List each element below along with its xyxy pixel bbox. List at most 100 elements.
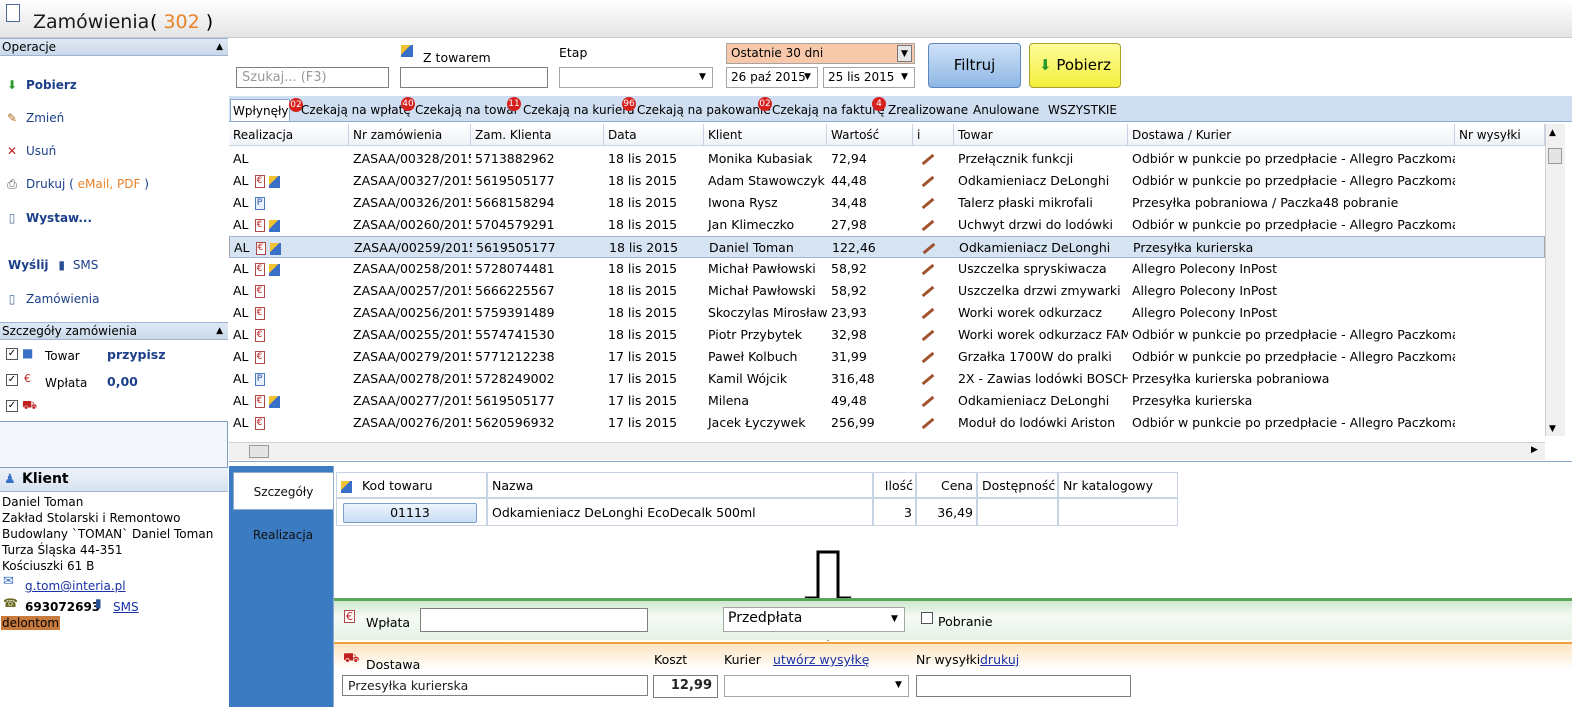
operacje-header[interactable]: Operacje ▲: [0, 38, 228, 56]
pencil-icon[interactable]: [921, 153, 935, 166]
table-row[interactable]: AL € ZASAA/00256/2015 5759391489 18 lis 2015…: [229, 302, 1545, 324]
table-row[interactable]: AL € ZASAA/00279/2015 5771212238 17 lis 2015…: [229, 346, 1545, 368]
col-nr-katalogowy[interactable]: Nr katalogowy: [1058, 472, 1178, 498]
col-data[interactable]: Data: [604, 124, 704, 146]
table-row[interactable]: AL € ZASAA/00327/2015 5619505177 18 lis 2015…: [229, 170, 1545, 192]
szczegoly-header[interactable]: Szczegóły zamówienia ▲: [0, 322, 228, 340]
col-nr-zamowienia[interactable]: Nr zamówienia: [349, 124, 471, 146]
wplata-input[interactable]: [420, 608, 648, 632]
detail-nazwa: Odkamieniacz DeLonghi EcoDecalk 500ml: [487, 498, 873, 526]
tab-czekaja-na-towar[interactable]: Czekają na towar 11: [413, 97, 521, 121]
operacje-box: ⬇ Pobierz ✎ Zmień ✕ Usuń ⎙ Drukuj ( eMail, P…: [0, 56, 228, 322]
kurier-select[interactable]: ▼: [724, 675, 909, 697]
table-row[interactable]: AL P ZASAA/00326/2015 5668158294 18 lis 2015…: [229, 192, 1545, 214]
tab-wplynely[interactable]: Wpłynęły 02: [230, 98, 303, 121]
wystaw-action[interactable]: ▯ Wystaw...: [4, 209, 92, 227]
col-info[interactable]: i: [913, 124, 954, 146]
tab-czekaja-na-kuriera[interactable]: Czekają na kuriera 96: [521, 97, 637, 121]
table-row[interactable]: AL € ZASAA/00255/2015 5574741530 18 lis 2015…: [229, 324, 1545, 346]
scroll-right-icon[interactable]: ▶: [1531, 445, 1538, 455]
towar-checkbox[interactable]: ✓: [6, 348, 18, 360]
nr-wysylki-input[interactable]: [916, 675, 1131, 697]
scroll-up-icon[interactable]: ▲: [1549, 128, 1556, 138]
subtab-realizacja[interactable]: Realizacja: [233, 516, 333, 554]
table-row[interactable]: AL € ZASAA/00276/2015 5620596932 17 lis 2015…: [229, 412, 1545, 434]
col-realizacja[interactable]: Realizacja: [229, 124, 349, 146]
col-nr-wysylki[interactable]: Nr wysyłki: [1455, 124, 1545, 146]
table-row[interactable]: AL € ZASAA/00277/2015 5619505177 17 lis 2015…: [229, 390, 1545, 412]
table-row[interactable]: AL € ZASAA/00257/2015 5666225567 18 lis 2015…: [229, 280, 1545, 302]
tab-wszystkie[interactable]: WSZYSTKIE: [1046, 99, 1119, 121]
collapse-icon[interactable]: ▲: [216, 39, 223, 55]
date-from-picker[interactable]: 26 paź 2015 ▼: [726, 67, 818, 88]
scroll-thumb[interactable]: [1548, 148, 1562, 164]
pobierz-action[interactable]: ⬇ Pobierz: [4, 76, 77, 94]
koszt-input[interactable]: 12,99: [653, 675, 718, 698]
col-klient[interactable]: Klient: [704, 124, 827, 146]
date-to-picker[interactable]: 25 lis 2015 ▼: [823, 67, 915, 88]
table-row[interactable]: AL € ZASAA/00259/2015 5619505177 18 lis 2015…: [229, 236, 1545, 258]
scroll-thumb[interactable]: [249, 445, 269, 458]
pencil-icon[interactable]: [921, 417, 935, 430]
pencil-icon[interactable]: [921, 175, 935, 188]
order-count-value: 302: [163, 11, 200, 33]
collapse-icon[interactable]: ▲: [216, 323, 223, 339]
subtab-szczegoly[interactable]: Szczegóły: [233, 472, 333, 510]
pencil-icon[interactable]: [921, 329, 935, 342]
col-nazwa[interactable]: Nazwa: [487, 472, 873, 498]
filtruj-button[interactable]: Filtruj: [928, 43, 1021, 88]
col-wartosc[interactable]: Wartość: [827, 124, 913, 146]
zmien-action[interactable]: ✎ Zmień: [4, 109, 64, 127]
col-cena[interactable]: Cena: [916, 472, 977, 498]
col-zam-klienta[interactable]: Zam. Klienta: [471, 124, 604, 146]
tab-czekaja-na-wplate[interactable]: Czekają na wpłatę 40: [299, 97, 415, 121]
towar-value[interactable]: przypisz: [107, 347, 165, 362]
horizontal-scrollbar[interactable]: ▶: [229, 442, 1545, 460]
col-kod-towaru[interactable]: Kod towaru: [336, 472, 487, 498]
col-dostawa[interactable]: Dostawa / Kurier: [1128, 124, 1455, 146]
tab-czekaja-na-pakowanie[interactable]: Czekają na pakowanie 02: [635, 97, 773, 121]
table-row[interactable]: AL ZASAA/00328/2015 5713882962 18 lis 2015 M…: [229, 148, 1545, 170]
pencil-icon[interactable]: [921, 285, 935, 298]
klient-email-link[interactable]: g.tom@interia.pl: [25, 579, 126, 593]
period-select[interactable]: Ostatnie 30 dni ▼: [726, 43, 915, 64]
dostawa-input[interactable]: Przesyłka kurierska: [342, 675, 648, 696]
wyslij-sms-action[interactable]: Wyślij ▮ SMS: [4, 256, 98, 274]
etap-select[interactable]: ▼: [559, 67, 713, 88]
pencil-icon[interactable]: [921, 373, 935, 386]
search-input[interactable]: Szukaj... (F3): [236, 67, 389, 88]
kod-towaru-button[interactable]: 01113: [343, 503, 477, 523]
pencil-icon[interactable]: [921, 263, 935, 276]
tab-czekaja-na-fakture[interactable]: Czekają na fakturę 4: [770, 97, 887, 121]
table-row[interactable]: AL € ZASAA/00258/2015 5728074481 18 lis 2015…: [229, 258, 1545, 280]
pencil-icon[interactable]: [921, 219, 935, 232]
wplata-checkbox[interactable]: ✓: [6, 374, 18, 386]
drukuj-extra[interactable]: eMail, PDF: [78, 177, 141, 191]
pencil-icon[interactable]: [921, 197, 935, 210]
zamowienia-action[interactable]: ▯ Zamówienia: [4, 290, 100, 308]
pobierz-button[interactable]: ⬇ Pobierz: [1029, 43, 1121, 88]
vertical-scrollbar[interactable]: ▲ ▼: [1545, 124, 1565, 436]
klient-sms-link[interactable]: SMS: [113, 600, 139, 614]
pencil-icon[interactable]: [921, 351, 935, 364]
pencil-icon[interactable]: [921, 307, 935, 320]
z-towarem-input[interactable]: [400, 67, 548, 88]
table-row[interactable]: AL € ZASAA/00260/2015 5704579291 18 lis 2015…: [229, 214, 1545, 236]
col-ilosc[interactable]: Ilość: [873, 472, 916, 498]
table-row[interactable]: AL P ZASAA/00278/2015 5728249002 17 lis 2015…: [229, 368, 1545, 390]
drukuj-action[interactable]: ⎙ Drukuj ( eMail, PDF ): [4, 175, 149, 193]
usun-action[interactable]: ✕ Usuń: [4, 142, 56, 160]
payment-type-select[interactable]: Przedpłata ▼: [723, 607, 905, 632]
tab-anulowane[interactable]: Anulowane: [971, 99, 1041, 121]
pencil-icon[interactable]: [921, 395, 935, 408]
pencil-icon[interactable]: [922, 242, 936, 255]
utworz-wysylke-link[interactable]: utwórz wysyłkę: [773, 652, 869, 667]
scroll-down-icon[interactable]: ▼: [1549, 424, 1556, 434]
pobranie-checkbox[interactable]: [921, 612, 933, 624]
col-towar[interactable]: Towar: [954, 124, 1128, 146]
drukuj-link[interactable]: drukuj: [980, 652, 1019, 667]
cell-klient: Michał Pawłowski: [708, 283, 816, 298]
col-dostepnosc[interactable]: Dostępność: [977, 472, 1058, 498]
tab-zrealizowane[interactable]: Zrealizowane: [886, 99, 970, 121]
dostawa-checkbox[interactable]: ✓: [6, 400, 18, 412]
